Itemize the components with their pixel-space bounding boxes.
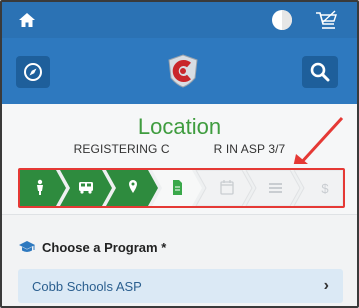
app-header <box>2 38 357 104</box>
progress-area: $ <box>2 164 357 214</box>
cart-icon[interactable] <box>314 9 338 31</box>
step-2-bus[interactable] <box>60 170 112 206</box>
subtitle-suffix: R IN ASP 3/7 <box>213 142 286 156</box>
choose-program-label: Choose a Program * <box>42 239 167 255</box>
svg-text:$: $ <box>321 181 329 196</box>
top-bar <box>2 2 357 38</box>
search-button[interactable] <box>302 56 338 88</box>
home-icon[interactable] <box>18 11 36 29</box>
program-select[interactable]: Cobb Schools ASP › <box>18 269 343 303</box>
search-icon <box>310 62 330 82</box>
step-3-map-pin[interactable] <box>106 170 158 206</box>
chevron-right-icon: › <box>323 277 329 294</box>
step-6-list[interactable] <box>245 170 301 206</box>
step-4-document[interactable] <box>152 170 202 206</box>
menu-button[interactable] <box>16 56 50 88</box>
step-7-dollar[interactable]: $ <box>293 170 343 206</box>
program-name: Cobb Schools ASP <box>32 278 142 294</box>
app-frame: Location REGISTERING CR IN ASP 3/7 $ Cho… <box>0 0 359 308</box>
subtitle-prefix: REGISTERING C <box>73 142 170 156</box>
progress-steps-svg: $ <box>20 170 343 206</box>
theme-toggle-icon[interactable] <box>272 10 292 30</box>
graduation-cap-icon <box>19 241 35 252</box>
compass-icon <box>24 63 42 81</box>
program-section: Choose a Program * Cobb Schools ASP › <box>2 214 357 306</box>
progress-steps: $ <box>18 168 345 208</box>
step-5-calendar[interactable] <box>195 170 253 206</box>
step-1-person[interactable] <box>20 170 66 206</box>
choose-program-row: Choose a Program * <box>18 237 166 257</box>
cobb-c-logo <box>168 54 198 88</box>
